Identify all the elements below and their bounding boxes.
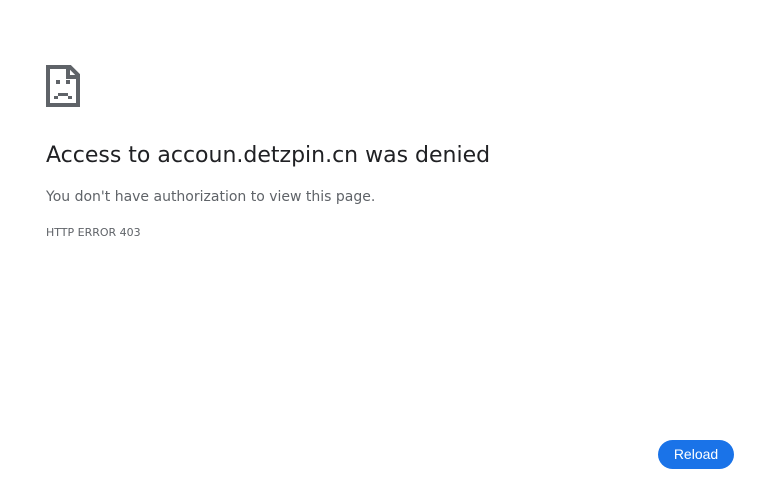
page-title: Access to accoun.detzpin.cn was denied (46, 143, 491, 168)
error-summary: You don't have authorization to view thi… (46, 189, 376, 205)
sad-document-icon (46, 65, 80, 107)
error-code: HTTP ERROR 403 (46, 226, 141, 239)
reload-button[interactable]: Reload (658, 440, 734, 469)
